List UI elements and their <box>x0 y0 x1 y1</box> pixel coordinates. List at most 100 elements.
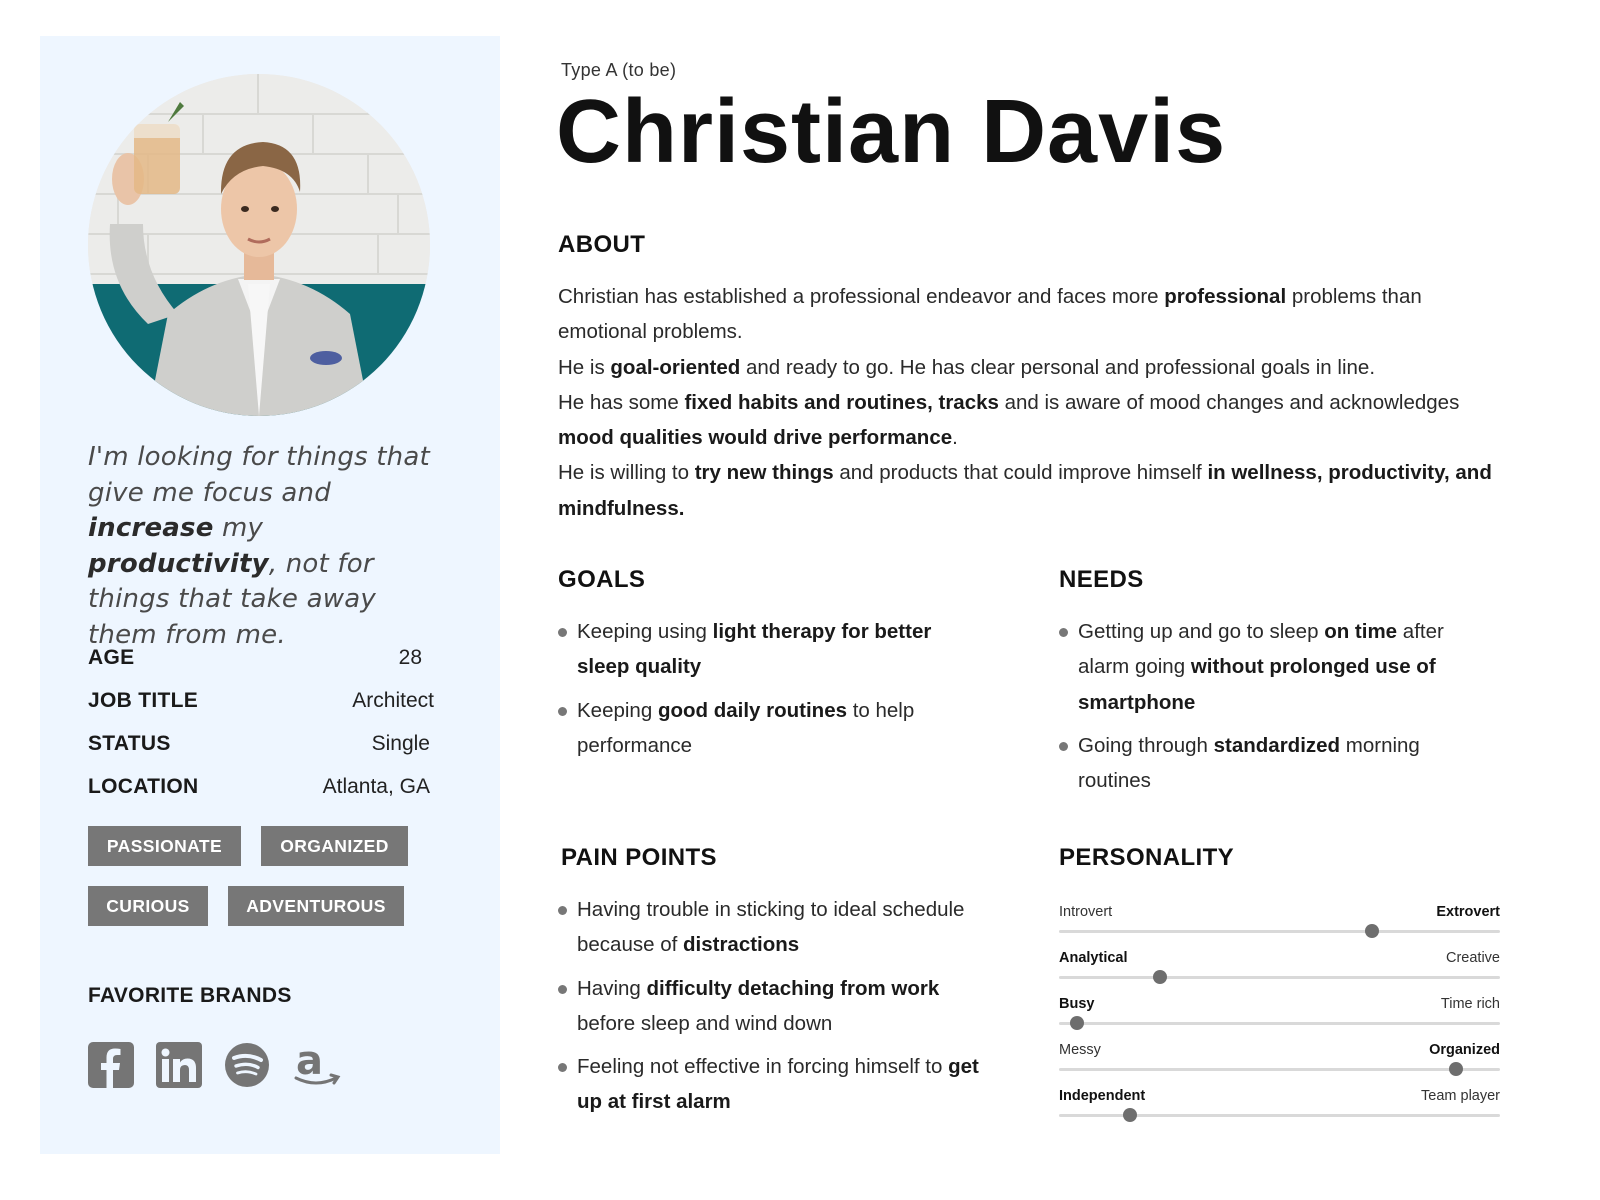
tag-organized: ORGANIZED <box>261 826 408 866</box>
slider-track <box>1059 976 1500 979</box>
about-paragraph: He is goal-oriented and ready to go. He … <box>558 350 1508 385</box>
emphasis-text: standardized <box>1213 733 1341 757</box>
text-run: Feeling not effective in forcing himself… <box>577 1055 949 1079</box>
persona-type-label: Type A (to be) <box>561 60 677 80</box>
emphasis-text: try new things <box>694 461 834 485</box>
needs-list: Getting up and go to sleep on time after… <box>1059 614 1489 806</box>
info-label: STATUS <box>88 732 171 755</box>
brands-title: FAVORITE BRANDS <box>88 984 292 1007</box>
persona-quote: I'm looking for things that give me focu… <box>88 440 448 653</box>
emphasis-text: on time <box>1324 620 1398 643</box>
tag-passionate: PASSIONATE <box>88 826 241 866</box>
info-value: Single <box>371 732 430 755</box>
text-run: He is <box>558 355 611 379</box>
slider-right-label: Team player <box>1421 1088 1500 1104</box>
slider-knob[interactable] <box>1448 1062 1463 1076</box>
emphasis-text: mood qualities would drive performance <box>558 426 953 450</box>
emphasis-text: professional <box>1164 285 1287 308</box>
goals-list: Keeping using light therapy for better s… <box>558 614 978 771</box>
list-item: Going through standardized morning routi… <box>1059 728 1489 799</box>
slider-track <box>1059 930 1500 933</box>
slider-left-label: Introvert <box>1059 904 1113 920</box>
text-run: and ready to go. He has clear personal a… <box>740 355 1376 379</box>
info-value: Architect <box>352 689 434 712</box>
slider-right-label: Creative <box>1446 950 1500 966</box>
emphasis-text: good daily routines <box>657 698 848 722</box>
emphasis-text: productivity <box>88 548 269 579</box>
personality-slider-analytical-creative[interactable]: Analytical Creative <box>1059 950 1500 984</box>
list-item: Feeling not effective in forcing himself… <box>558 1049 998 1120</box>
about-paragraph: He is willing to try new things and prod… <box>558 455 1508 526</box>
persona-name: Christian Davis <box>556 82 1227 182</box>
profile-sidebar: I'm looking for things that give me focu… <box>40 36 500 1154</box>
needs-title: NEEDS <box>1059 566 1144 593</box>
slider-right-label: Organized <box>1429 1042 1500 1058</box>
slider-right-label: Time rich <box>1440 996 1500 1012</box>
list-item: Having difficulty detaching from work be… <box>558 971 998 1042</box>
info-row-age: AGE 28 <box>88 643 434 673</box>
avatar-photo <box>88 74 430 416</box>
svg-text:a: a <box>296 1042 323 1084</box>
slider-knob[interactable] <box>1365 924 1380 938</box>
about-title: ABOUT <box>558 231 646 258</box>
info-row-status: STATUS Single <box>88 729 434 759</box>
slider-left-label: Independent <box>1059 1088 1146 1104</box>
pain-points-list: Having trouble in sticking to ideal sche… <box>558 892 998 1128</box>
text-run: He is willing to <box>558 461 695 485</box>
slider-track <box>1059 1068 1500 1071</box>
text-run: Having <box>577 976 647 1000</box>
text-run: He has some <box>558 390 685 414</box>
emphasis-text: distractions <box>683 933 800 957</box>
list-item: Having trouble in sticking to ideal sche… <box>558 892 998 963</box>
linkedin-icon[interactable] <box>156 1042 202 1088</box>
text-run: my <box>213 513 264 543</box>
text-run: and is aware of mood changes and acknowl… <box>998 390 1460 414</box>
personality-title: PERSONALITY <box>1059 844 1235 871</box>
slider-left-label: Busy <box>1059 996 1095 1012</box>
list-item: Keeping using light therapy for better s… <box>558 614 978 685</box>
emphasis-text: increase <box>88 513 214 543</box>
text-run: Christian has established a professional… <box>558 285 1165 308</box>
info-label: AGE <box>88 646 135 669</box>
info-row-location: LOCATION Atlanta, GA <box>88 772 434 802</box>
tag-curious: CURIOUS <box>88 886 208 926</box>
tag-adventurous: ADVENTUROUS <box>228 886 404 926</box>
info-row-job-title: JOB TITLE Architect <box>88 686 434 716</box>
facebook-icon[interactable] <box>88 1042 134 1088</box>
slider-track <box>1059 1022 1500 1025</box>
text-run: Going through <box>1078 733 1214 757</box>
info-value: Atlanta, GA <box>322 775 430 798</box>
personality-slider-messy-organized[interactable]: Messy Organized <box>1059 1042 1500 1076</box>
personality-slider-introvert-extrovert[interactable]: Introvert Extrovert <box>1059 904 1500 938</box>
slider-left-label: Analytical <box>1059 950 1128 966</box>
about-paragraph: He has some fixed habits and routines, t… <box>558 385 1508 456</box>
text-run: Keeping using <box>577 620 713 643</box>
emphasis-text: goal-oriented <box>610 355 741 379</box>
info-label: JOB TITLE <box>88 689 199 712</box>
text-run: before sleep and wind down <box>577 1011 833 1035</box>
amazon-icon[interactable]: a <box>292 1042 342 1088</box>
personality-slider-busy-time-rich[interactable]: Busy Time rich <box>1059 996 1500 1030</box>
emphasis-text: difficulty detaching from work <box>646 976 940 1000</box>
text-run: Keeping <box>577 698 658 722</box>
emphasis-text: fixed habits and routines, tracks <box>684 390 999 414</box>
slider-knob[interactable] <box>1153 970 1168 984</box>
spotify-icon[interactable] <box>224 1042 270 1088</box>
text-run: Getting up and go to sleep <box>1078 620 1325 643</box>
about-body: Christian has established a professional… <box>558 279 1508 526</box>
text-run: . <box>952 426 958 450</box>
list-item: Keeping good daily routines to help perf… <box>558 693 978 764</box>
slider-right-label: Extrovert <box>1436 904 1500 920</box>
avatar <box>88 74 430 416</box>
pain-points-title: PAIN POINTS <box>561 844 717 871</box>
slider-knob[interactable] <box>1069 1016 1084 1030</box>
info-value: 28 <box>398 646 422 669</box>
text-run: I'm looking for things that give me focu… <box>88 442 430 508</box>
list-item: Getting up and go to sleep on time after… <box>1059 614 1489 720</box>
text-run: and products that could improve himself <box>833 461 1208 485</box>
info-label: LOCATION <box>88 775 199 798</box>
slider-knob[interactable] <box>1122 1108 1137 1122</box>
personality-slider-independent-team-player[interactable]: Independent Team player <box>1059 1088 1500 1122</box>
goals-title: GOALS <box>558 566 646 593</box>
slider-left-label: Messy <box>1059 1042 1101 1058</box>
